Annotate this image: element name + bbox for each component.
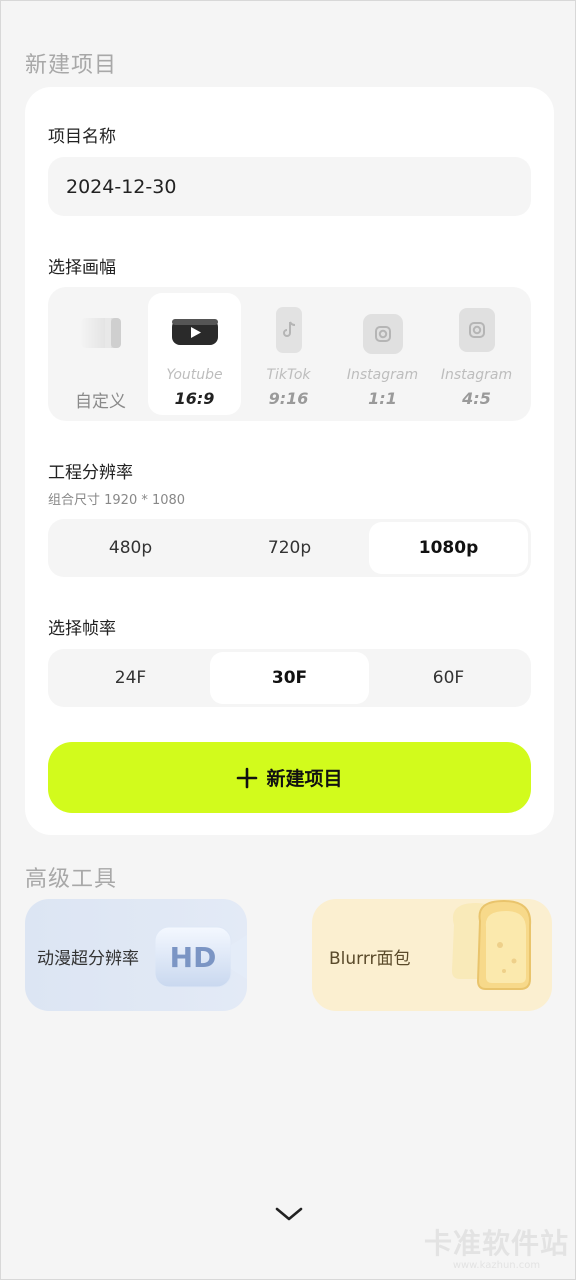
project-name-label: 项目名称 (48, 127, 116, 147)
resolution-option-720p[interactable]: 720p (210, 522, 369, 574)
ratio-value: 16:9 (174, 389, 215, 408)
ratio-name: Instagram (346, 367, 419, 383)
resolution-option-480p[interactable]: 480p (51, 522, 210, 574)
ratio-name: Instagram (440, 367, 513, 383)
watermark: 卡准软件站 www.kazhun.com (424, 1222, 569, 1271)
ratio-option-tiktok[interactable]: TikTok 9:16 (242, 293, 335, 415)
tool-blurrr-bread[interactable]: Blurrr面包 (312, 899, 552, 1011)
resolution-selector: 480p 720p 1080p (48, 519, 531, 577)
resolution-sub: 组合尺寸 1920 * 1080 (48, 493, 186, 508)
canvas-ratio-selector: 自定义 Youtube 16:9 TikTok 9:16 Instagram 1… (48, 287, 531, 421)
bread-icon (452, 899, 532, 990)
ratio-value: 1:1 (368, 389, 397, 408)
create-project-button[interactable]: 新建项目 (48, 742, 531, 813)
tool-blurrr-label: Blurrr面包 (329, 949, 411, 969)
ratio-value: 4:5 (462, 389, 491, 408)
framerate-option-24f[interactable]: 24F (51, 652, 210, 704)
new-project-card: 项目名称 选择画幅 自定义 Youtube 16:9 (25, 87, 554, 835)
framerate-label: 选择帧率 (48, 619, 116, 639)
ratio-option-instagram-portrait[interactable]: Instagram 4:5 (430, 293, 523, 415)
resolution-label: 工程分辨率 (48, 463, 133, 483)
framerate-selector: 24F 30F 60F (48, 649, 531, 707)
instagram-icon (362, 314, 403, 354)
project-name-input[interactable] (48, 157, 531, 216)
create-project-label: 新建项目 (266, 768, 343, 790)
framerate-option-30f[interactable]: 30F (210, 652, 369, 704)
ratio-option-custom[interactable]: 自定义 (54, 293, 147, 415)
chevron-down-icon[interactable] (274, 1204, 304, 1224)
ratio-value: 9:16 (268, 389, 309, 408)
ratio-option-youtube[interactable]: Youtube 16:9 (148, 293, 241, 415)
resolution-option-1080p[interactable]: 1080p (369, 522, 528, 574)
framerate-option-60f[interactable]: 60F (369, 652, 528, 704)
youtube-icon (171, 319, 218, 345)
new-project-title: 新建项目 (25, 53, 118, 78)
instagram-icon (458, 308, 495, 352)
custom-frame-icon (80, 318, 121, 348)
plus-icon (237, 767, 258, 788)
tool-anime-upscale[interactable]: 动漫超分辨率 HD (25, 899, 247, 1011)
tool-anime-label: 动漫超分辨率 (37, 949, 139, 969)
canvas-label: 选择画幅 (48, 258, 116, 278)
ratio-name: Youtube (166, 367, 223, 383)
advanced-tools-title: 高级工具 (25, 867, 118, 892)
ratio-name: TikTok (266, 367, 311, 383)
ratio-option-instagram-square[interactable]: Instagram 1:1 (336, 293, 429, 415)
watermark-main: 卡准软件站 (423, 1227, 569, 1260)
ratio-custom-label: 自定义 (75, 392, 126, 412)
tiktok-icon (275, 307, 302, 353)
hd-badge-text: HD (170, 941, 217, 974)
hd-camera-icon: HD (154, 926, 247, 988)
